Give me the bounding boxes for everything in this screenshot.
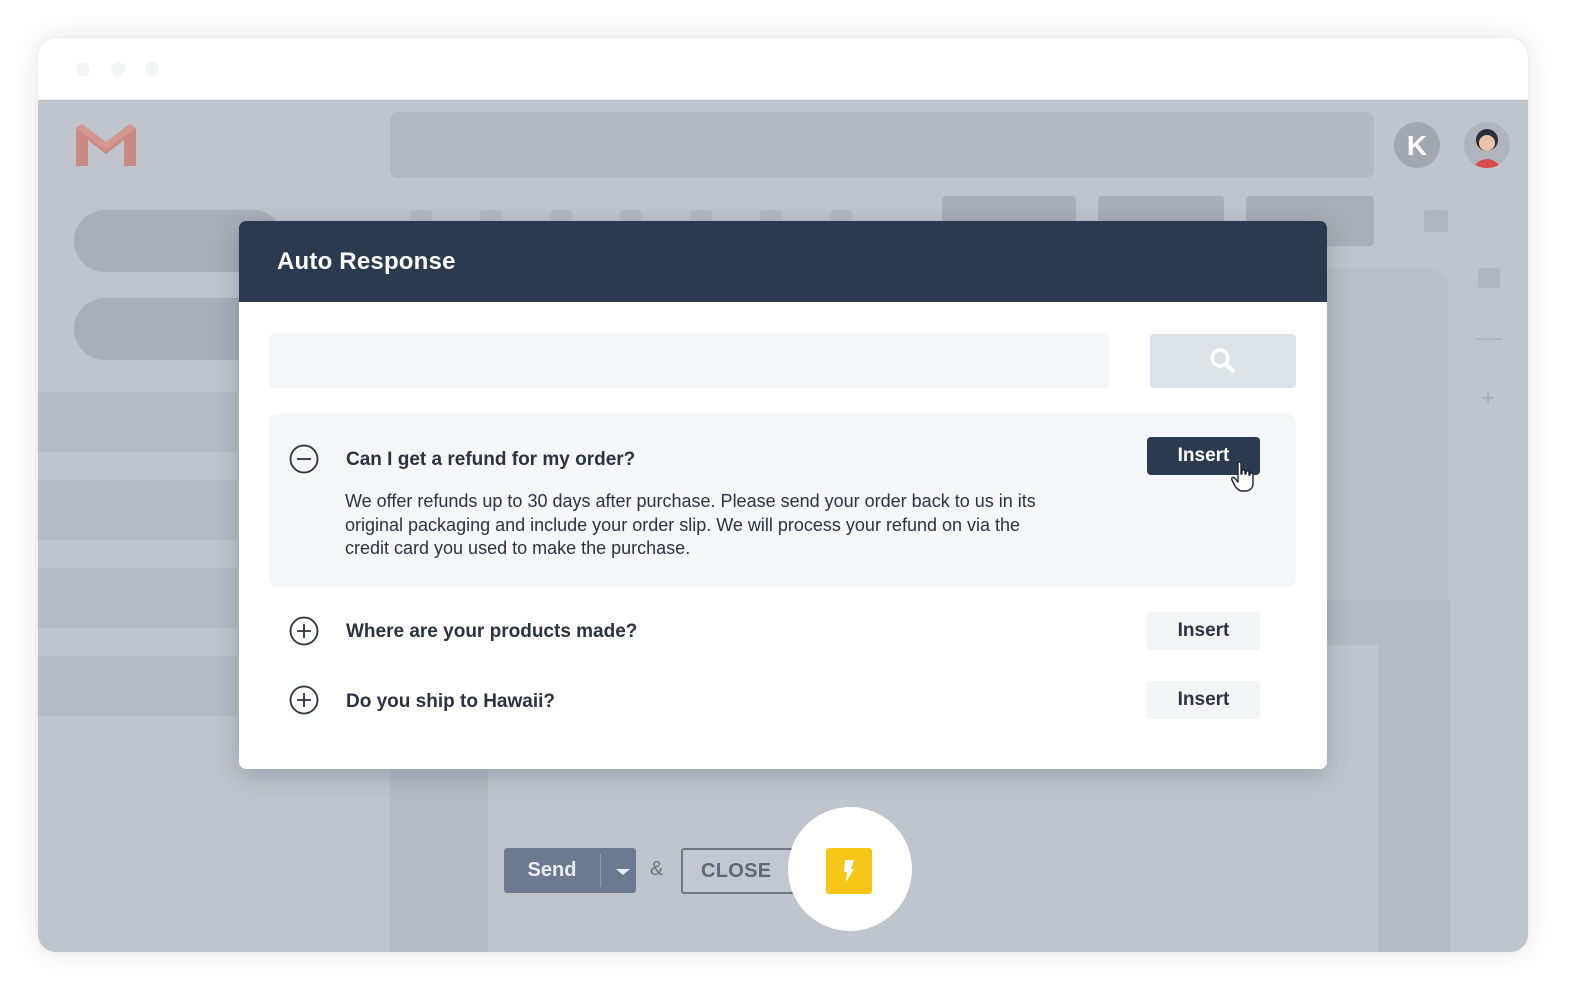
rail-icon[interactable] <box>1478 268 1500 288</box>
send-divider <box>600 854 601 887</box>
modal-title: Auto Response <box>277 248 456 275</box>
window-maximize-dot[interactable] <box>145 62 159 76</box>
window-minimize-dot[interactable] <box>111 62 125 76</box>
k-extension-icon[interactable]: K <box>1394 122 1440 168</box>
search-icon <box>1210 348 1235 373</box>
hand-cursor-icon <box>1231 461 1254 492</box>
mail-search-bar[interactable] <box>390 112 1374 178</box>
sidebar-item[interactable] <box>38 392 238 452</box>
sidebar-item[interactable] <box>38 568 238 628</box>
response-item: Where are your products made? Insert <box>269 611 1296 661</box>
answer-text: We offer refunds up to 30 days after pur… <box>345 491 1036 558</box>
expand-icon[interactable] <box>289 616 319 646</box>
send-label: Send <box>527 859 577 881</box>
collapse-icon[interactable] <box>289 444 319 474</box>
send-button[interactable]: Send <box>504 848 636 893</box>
user-avatar[interactable] <box>1464 122 1510 168</box>
gmail-logo <box>76 124 136 166</box>
question-text[interactable]: Do you ship to Hawaii? <box>346 691 555 713</box>
insert-button[interactable]: Insert <box>1147 612 1260 650</box>
svg-text:K: K <box>1407 130 1427 161</box>
close-label: CLOSE <box>701 860 772 882</box>
send-dropdown-icon[interactable] <box>610 848 636 893</box>
response-item: Do you ship to Hawaii? Insert <box>269 681 1296 731</box>
lightning-icon <box>844 860 854 882</box>
search-input[interactable] <box>269 334 1109 388</box>
question-text[interactable]: Where are your products made? <box>346 621 637 643</box>
insert-button[interactable]: Insert <box>1147 681 1260 719</box>
question-text[interactable]: Can I get a refund for my order? <box>346 449 635 471</box>
window-titlebar <box>38 38 1528 100</box>
ampersand-label: & <box>650 858 664 880</box>
window-close-dot[interactable] <box>76 62 90 76</box>
response-item: Can I get a refund for my order? We offe… <box>269 414 1296 587</box>
sidebar-item[interactable] <box>38 656 238 716</box>
auto-response-modal: Auto Response Can I get a refund for my … <box>239 221 1327 769</box>
modal-header: Auto Response <box>239 221 1327 302</box>
rail-icon[interactable] <box>1424 210 1448 232</box>
rail-add-icon[interactable]: + <box>1478 387 1498 409</box>
sidebar-item[interactable] <box>38 480 238 540</box>
rail-divider <box>1476 338 1502 340</box>
quick-response-button[interactable] <box>826 848 872 894</box>
expand-icon[interactable] <box>289 685 319 715</box>
search-button[interactable] <box>1150 334 1296 388</box>
